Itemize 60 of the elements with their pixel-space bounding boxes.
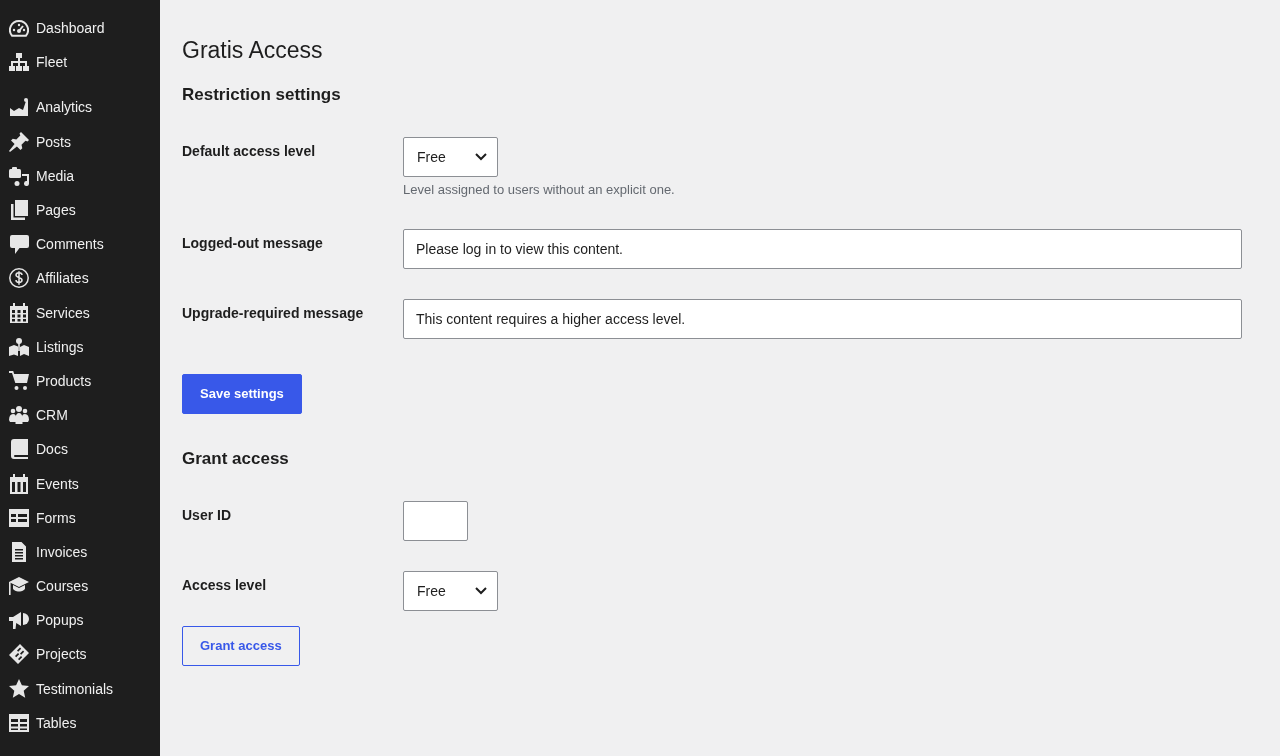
table-icon <box>9 713 29 732</box>
select-field[interactable]: Free <box>403 137 498 177</box>
pin-icon <box>9 131 29 152</box>
sidebar-item[interactable]: Media <box>0 158 79 193</box>
field-label: Upgrade-required message <box>182 304 365 322</box>
grant-button[interactable]: Grant access <box>182 626 300 666</box>
field-label: User ID <box>182 506 233 524</box>
select-field[interactable]: Free <box>403 571 498 611</box>
field-description: Level assigned to users without an explicit one. <box>403 181 676 199</box>
sidebar-item[interactable]: Comments <box>0 227 108 262</box>
number-input[interactable] <box>403 501 468 541</box>
cart-icon <box>9 371 29 391</box>
sidebar-item[interactable]: Projects <box>0 637 91 672</box>
sidebar-item[interactable]: Invoices <box>0 534 92 569</box>
document-icon <box>12 541 26 562</box>
sidebar-item[interactable]: Posts <box>0 124 75 159</box>
sidebar-item[interactable]: Fleet <box>0 45 72 80</box>
gauge-icon <box>9 19 29 37</box>
sidebar-item[interactable]: Affiliates <box>0 261 93 296</box>
people-icon <box>9 406 29 425</box>
chevron-down-icon <box>475 587 487 595</box>
sidebar-item[interactable]: Events <box>0 466 83 501</box>
sitemap-icon <box>9 53 29 72</box>
area-chart-icon <box>10 98 28 117</box>
calendar-icon <box>10 302 28 323</box>
camera-note-icon <box>9 165 29 186</box>
megaphone-icon <box>9 610 29 631</box>
map-pin-icon <box>9 337 29 356</box>
form-icon <box>9 508 29 527</box>
sidebar-item[interactable]: Forms <box>0 500 80 535</box>
sidebar-item[interactable]: Pages <box>0 192 80 228</box>
star-icon <box>9 679 29 699</box>
sidebar-item[interactable]: Listings <box>0 329 88 364</box>
sidebar-item[interactable]: Popups <box>0 603 88 638</box>
pages-icon <box>10 200 28 221</box>
sidebar-item[interactable]: Analytics <box>0 90 97 125</box>
chevron-down-icon <box>475 153 487 161</box>
sidebar-item[interactable]: Testimonials <box>0 671 118 706</box>
save-button[interactable]: Save settings <box>182 374 302 414</box>
dollar-circle-icon <box>9 268 29 289</box>
sidebar-item[interactable]: Courses <box>0 569 93 604</box>
sidebar-item[interactable]: Docs <box>0 432 72 467</box>
section-heading: Grant access <box>182 448 290 470</box>
sidebar-item[interactable]: Tables <box>0 705 81 740</box>
ruler-icon <box>9 644 29 665</box>
page-title: Gratis Access <box>182 36 324 65</box>
book-icon <box>10 439 28 460</box>
speech-bubble-icon <box>9 234 29 254</box>
sidebar-item[interactable]: Products <box>0 363 96 399</box>
field-label: Default access level <box>182 142 317 160</box>
field-label: Access level <box>182 576 268 594</box>
field-label: Logged-out message <box>182 234 324 252</box>
text-input[interactable]: Please log in to view this content. <box>403 229 1242 269</box>
sidebar-item[interactable]: Dashboard <box>0 11 109 46</box>
text-input[interactable]: This content requires a higher access level. <box>403 299 1242 339</box>
graduation-cap-icon <box>9 577 29 596</box>
sidebar-item[interactable]: CRM <box>0 398 72 433</box>
section-heading: Restriction settings <box>182 84 342 106</box>
calendar-icon <box>10 473 28 494</box>
sidebar-item[interactable]: Services <box>0 295 94 330</box>
